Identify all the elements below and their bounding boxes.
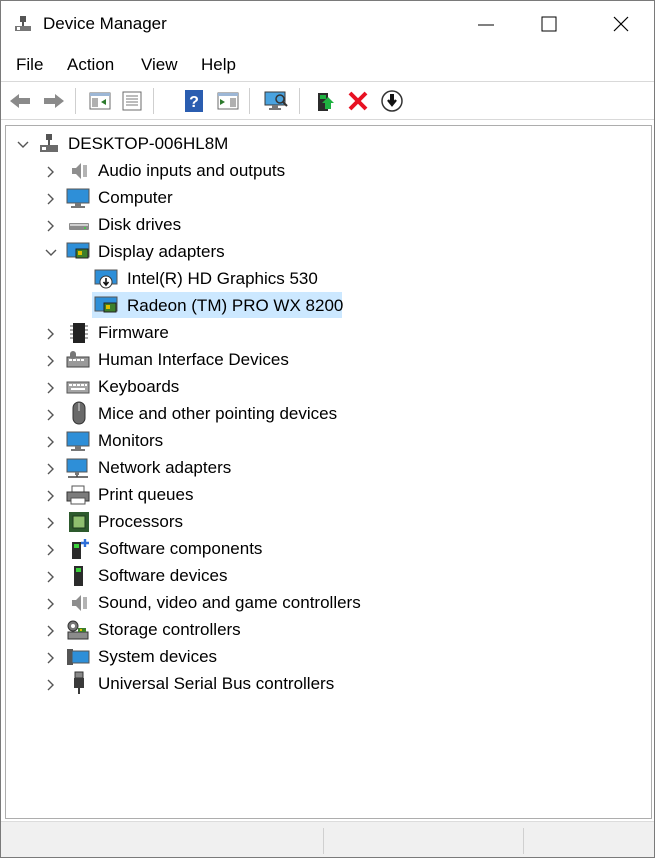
keyboard-icon: [66, 376, 90, 398]
toolbar: ?: [1, 84, 654, 118]
tree-item-storage-controllers[interactable]: Storage controllers: [98, 619, 241, 641]
software-device-icon: [68, 565, 90, 587]
monitor-icon: [66, 430, 90, 452]
tree-item-processors[interactable]: Processors: [98, 511, 183, 533]
usb-icon: [68, 671, 90, 694]
display-adapter-disabled-icon: [94, 268, 118, 290]
toolbar-divider: [299, 88, 300, 114]
processor-icon: [68, 511, 90, 533]
uninstall-device-icon[interactable]: [345, 88, 371, 114]
device-manager-window: Device Manager File Action View Help ? D…: [0, 0, 655, 858]
status-bar: [1, 821, 654, 857]
forward-arrow-icon[interactable]: [41, 88, 67, 114]
chevron-right-icon[interactable]: [44, 192, 58, 206]
toolbar-bottom-divider: [1, 119, 654, 120]
tree-item-disk-drives[interactable]: Disk drives: [98, 214, 181, 236]
status-segment: [323, 828, 523, 854]
speaker-icon: [68, 592, 90, 614]
chevron-right-icon[interactable]: [44, 381, 58, 395]
tree-item-display-adapters[interactable]: Display adapters: [98, 241, 225, 263]
title-bar[interactable]: Device Manager: [1, 1, 654, 47]
hid-icon: [66, 349, 90, 371]
tree-item-mice[interactable]: Mice and other pointing devices: [98, 403, 337, 425]
chevron-right-icon[interactable]: [44, 624, 58, 638]
chevron-right-icon[interactable]: [44, 570, 58, 584]
chevron-right-icon[interactable]: [44, 489, 58, 503]
speaker-icon: [68, 160, 90, 182]
tree-item-print-queues[interactable]: Print queues: [98, 484, 193, 506]
tree-item-monitors[interactable]: Monitors: [98, 430, 163, 452]
device-manager-app-icon: [13, 14, 33, 34]
tree-item-hid[interactable]: Human Interface Devices: [98, 349, 289, 371]
network-adapter-icon: [66, 457, 88, 479]
chevron-right-icon[interactable]: [44, 462, 58, 476]
tree-item-firmware[interactable]: Firmware: [98, 322, 169, 344]
action-pane-icon[interactable]: [215, 88, 241, 114]
menu-divider: [1, 81, 654, 82]
mouse-icon: [68, 401, 90, 425]
maximize-button[interactable]: [526, 1, 572, 47]
tree-item-system-devices[interactable]: System devices: [98, 646, 217, 668]
chevron-right-icon[interactable]: [44, 327, 58, 341]
menu-view[interactable]: View: [141, 55, 178, 75]
chevron-right-icon[interactable]: [44, 516, 58, 530]
back-arrow-icon[interactable]: [7, 88, 33, 114]
tree-item-audio[interactable]: Audio inputs and outputs: [98, 160, 285, 182]
firmware-chip-icon: [68, 322, 90, 344]
system-devices-icon: [66, 646, 90, 668]
chevron-right-icon[interactable]: [44, 219, 58, 233]
display-adapter-icon: [66, 241, 90, 263]
chevron-right-icon[interactable]: [44, 678, 58, 692]
close-button[interactable]: [598, 1, 644, 47]
device-tree[interactable]: DESKTOP-006HL8M Audio inputs and outputs…: [5, 125, 652, 819]
tree-item-software-components[interactable]: Software components: [98, 538, 262, 560]
tree-root-label[interactable]: DESKTOP-006HL8M: [68, 133, 228, 155]
tree-item-software-devices[interactable]: Software devices: [98, 565, 227, 587]
status-segment: [523, 828, 654, 854]
tree-item-network-adapters[interactable]: Network adapters: [98, 457, 231, 479]
chevron-right-icon[interactable]: [44, 597, 58, 611]
help-icon[interactable]: ?: [181, 88, 207, 114]
menu-action[interactable]: Action: [67, 55, 114, 75]
tree-item-keyboards[interactable]: Keyboards: [98, 376, 179, 398]
chevron-right-icon[interactable]: [44, 408, 58, 422]
chevron-down-icon[interactable]: [44, 246, 58, 260]
menu-file[interactable]: File: [16, 55, 43, 75]
chevron-right-icon[interactable]: [44, 354, 58, 368]
minimize-button[interactable]: [461, 1, 507, 47]
menu-help[interactable]: Help: [201, 55, 236, 75]
properties-icon[interactable]: [119, 88, 145, 114]
tree-item-usb-controllers[interactable]: Universal Serial Bus controllers: [98, 673, 334, 695]
tree-item-radeon[interactable]: Radeon (TM) PRO WX 8200: [127, 295, 343, 317]
toolbar-divider: [75, 88, 76, 114]
menu-bar: File Action View Help: [1, 51, 654, 81]
chevron-right-icon[interactable]: [44, 651, 58, 665]
chevron-down-icon[interactable]: [16, 138, 30, 152]
printer-icon: [66, 484, 90, 506]
svg-text:?: ?: [189, 94, 199, 111]
toolbar-divider: [153, 88, 154, 114]
computer-tower-icon: [38, 133, 60, 155]
scan-hardware-icon[interactable]: [263, 88, 289, 114]
storage-controller-icon: [66, 619, 89, 641]
disable-device-icon[interactable]: [379, 88, 405, 114]
toolbar-divider: [249, 88, 250, 114]
tree-item-intel-graphics[interactable]: Intel(R) HD Graphics 530: [127, 268, 318, 290]
tree-item-sound-video-game[interactable]: Sound, video and game controllers: [98, 592, 361, 614]
show-hide-console-tree-icon[interactable]: [87, 88, 113, 114]
chevron-right-icon[interactable]: [44, 435, 58, 449]
computer-icon: [66, 187, 90, 209]
chevron-right-icon[interactable]: [44, 543, 58, 557]
chevron-right-icon[interactable]: [44, 165, 58, 179]
display-adapter-icon: [94, 295, 118, 317]
software-component-icon: [68, 538, 90, 560]
window-title: Device Manager: [43, 14, 167, 33]
disk-drive-icon: [68, 214, 90, 236]
update-driver-icon[interactable]: [313, 88, 339, 114]
tree-item-computer[interactable]: Computer: [98, 187, 173, 209]
